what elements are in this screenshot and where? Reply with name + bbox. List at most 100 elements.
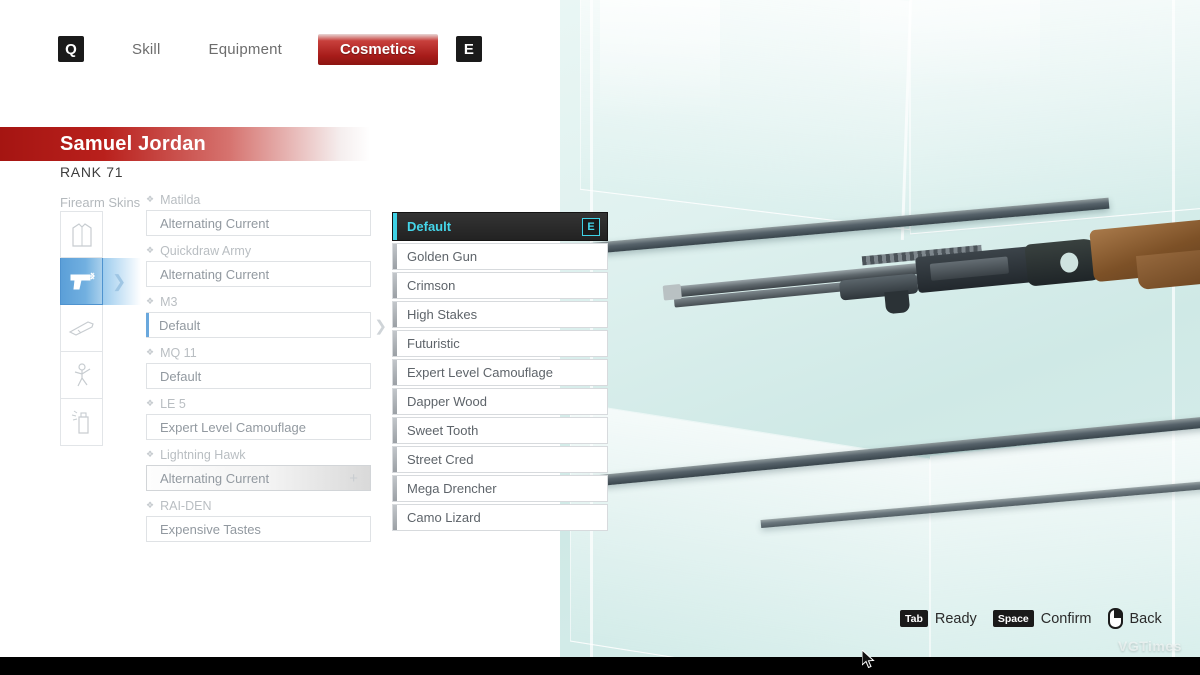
weapon-skin-value: Alternating Current bbox=[160, 215, 270, 231]
skin-option-label: Golden Gun bbox=[407, 249, 478, 264]
weapon-name-row: ❖ MQ 11 bbox=[146, 345, 371, 360]
skin-option-label: High Stakes bbox=[407, 307, 478, 322]
weapon-group: ❖ Lightning Hawk Alternating Current + bbox=[146, 447, 371, 491]
skin-option-label: Sweet Tooth bbox=[407, 423, 479, 438]
player-name: Samuel Jordan bbox=[60, 132, 206, 155]
hint-label-back: Back bbox=[1129, 610, 1162, 627]
weapon-name-label: Matilda bbox=[160, 192, 201, 207]
confirm-key-badge[interactable]: E bbox=[582, 218, 600, 236]
weapon-name-label: LE 5 bbox=[160, 396, 186, 411]
skin-option[interactable]: Street Cred bbox=[392, 446, 608, 473]
main-tab-bar: Q Skill Equipment Cosmetics E bbox=[0, 20, 560, 78]
weapon-skin-value: Default bbox=[159, 317, 201, 333]
tab-equipment[interactable]: Equipment bbox=[199, 41, 293, 58]
mouse-icon[interactable] bbox=[1107, 608, 1123, 629]
scene-glass-highlight bbox=[860, 0, 1040, 90]
category-tile-outfit[interactable] bbox=[60, 211, 103, 258]
weapon-skin-value: Expert Level Camouflage bbox=[160, 419, 306, 435]
category-tile-spray[interactable] bbox=[60, 399, 103, 446]
weapon-skin-row[interactable]: Expensive Tastes bbox=[146, 516, 371, 542]
jacket-icon bbox=[71, 222, 92, 247]
diamond-bullet-icon: ❖ bbox=[146, 398, 155, 408]
key-q-badge[interactable]: Q bbox=[58, 36, 84, 62]
skin-option-label: Camo Lizard bbox=[407, 510, 481, 525]
skin-option-selected[interactable]: Default E bbox=[392, 212, 608, 241]
scene-wall-pane bbox=[570, 401, 930, 660]
weapon-skin-row[interactable]: Alternating Current + bbox=[146, 465, 371, 491]
player-name-banner: Samuel Jordan bbox=[0, 127, 370, 161]
weapon-skin-row[interactable]: Alternating Current bbox=[146, 210, 371, 236]
weapon-group: ❖ Matilda Alternating Current bbox=[146, 192, 371, 236]
weapon-skin-row[interactable]: Default ❯ bbox=[146, 312, 387, 338]
category-tile-pistol[interactable] bbox=[60, 258, 103, 305]
gun-trigger-guard bbox=[884, 290, 911, 315]
tab-cosmetics[interactable]: Cosmetics bbox=[318, 33, 438, 65]
weapon-name-row: ❖ Lightning Hawk bbox=[146, 447, 371, 462]
skin-option-label: Expert Level Camouflage bbox=[407, 365, 553, 380]
weapon-name-row: ❖ Matilda bbox=[146, 192, 371, 207]
weapon-name-row: ❖ LE 5 bbox=[146, 396, 371, 411]
gun-muzzle bbox=[662, 283, 682, 301]
rifle-icon bbox=[68, 321, 94, 336]
scene-frame-edge bbox=[1172, 0, 1175, 660]
skin-option-label: Mega Drencher bbox=[407, 481, 497, 496]
skin-options-panel: Default E Golden Gun Crimson High Stakes Futu… bbox=[392, 212, 608, 533]
emote-dance-icon bbox=[74, 363, 90, 387]
skin-option[interactable]: Golden Gun bbox=[392, 243, 608, 270]
pistol-icon bbox=[70, 272, 95, 290]
key-e-badge[interactable]: E bbox=[455, 36, 482, 62]
diamond-bullet-icon: ❖ bbox=[146, 194, 155, 204]
diamond-bullet-icon: ❖ bbox=[146, 449, 155, 459]
weapon-name-row: ❖ M3 bbox=[146, 294, 371, 309]
hint-label-confirm: Confirm bbox=[1040, 610, 1092, 627]
skin-option[interactable]: Futuristic bbox=[392, 330, 608, 357]
skin-option-label: Futuristic bbox=[407, 336, 460, 351]
skin-option[interactable]: Camo Lizard bbox=[392, 504, 608, 531]
letterbox-bar bbox=[0, 657, 1200, 675]
skin-option[interactable]: Expert Level Camouflage bbox=[392, 359, 608, 386]
weapon-skin-row[interactable]: Alternating Current bbox=[146, 261, 371, 287]
weapon-display-scene bbox=[560, 0, 1200, 660]
weapon-group: ❖ RAI-DEN Expensive Tastes bbox=[146, 498, 371, 542]
skin-option-label: Dapper Wood bbox=[407, 394, 487, 409]
skin-option-label: Default bbox=[407, 219, 452, 234]
weapon-group: ❖ Quickdraw Army Alternating Current bbox=[146, 243, 371, 287]
weapon-skin-value: Alternating Current bbox=[160, 470, 270, 486]
skin-option-label: Street Cred bbox=[407, 452, 474, 467]
category-rail bbox=[60, 211, 103, 446]
weapon-skin-row[interactable]: Expert Level Camouflage bbox=[146, 414, 371, 440]
player-rank: RANK 71 bbox=[60, 164, 124, 180]
weapon-group: ❖ MQ 11 Default bbox=[146, 345, 371, 389]
weapon-group: ❖ LE 5 Expert Level Camouflage bbox=[146, 396, 371, 440]
diamond-bullet-icon: ❖ bbox=[146, 296, 155, 306]
weapon-skin-value: Default bbox=[160, 368, 202, 384]
skin-option[interactable]: High Stakes bbox=[392, 301, 608, 328]
hint-key-tab[interactable]: Tab bbox=[900, 610, 928, 627]
weapon-name-label: RAI-DEN bbox=[160, 498, 212, 513]
plus-icon[interactable]: + bbox=[349, 470, 358, 487]
category-tile-emote[interactable] bbox=[60, 352, 103, 399]
weapon-skin-row[interactable]: Default bbox=[146, 363, 371, 389]
hint-key-space[interactable]: Space bbox=[992, 610, 1034, 627]
weapon-name-row: ❖ Quickdraw Army bbox=[146, 243, 371, 258]
hint-label-ready: Ready bbox=[934, 610, 977, 627]
skin-option[interactable]: Dapper Wood bbox=[392, 388, 608, 415]
weapon-group: ❖ M3 Default ❯ bbox=[146, 294, 387, 338]
watermark: VGTimes bbox=[1118, 638, 1182, 654]
weapon-skin-value: Expensive Tastes bbox=[160, 521, 261, 537]
weapon-skin-value: Alternating Current bbox=[160, 266, 270, 282]
diamond-bullet-icon: ❖ bbox=[146, 500, 155, 510]
spray-can-icon bbox=[71, 410, 89, 434]
diamond-bullet-icon: ❖ bbox=[146, 347, 155, 357]
control-hints-bar: Tab Ready Space Confirm Back bbox=[900, 608, 1178, 629]
chevron-right-icon: ❯ bbox=[112, 272, 127, 291]
skin-option[interactable]: Sweet Tooth bbox=[392, 417, 608, 444]
tab-skill[interactable]: Skill bbox=[122, 41, 171, 58]
category-tile-rifle[interactable] bbox=[60, 305, 103, 352]
shotgun-model bbox=[662, 185, 1200, 364]
skin-option[interactable]: Mega Drencher bbox=[392, 475, 608, 502]
weapon-skin-list: ❖ Matilda Alternating Current ❖ Quickdraw Ar… bbox=[146, 192, 387, 549]
category-rail-title: Firearm Skins bbox=[60, 195, 141, 210]
game-menu-screen: Q Skill Equipment Cosmetics E Samuel Jor… bbox=[0, 0, 1200, 675]
skin-option[interactable]: Crimson bbox=[392, 272, 608, 299]
